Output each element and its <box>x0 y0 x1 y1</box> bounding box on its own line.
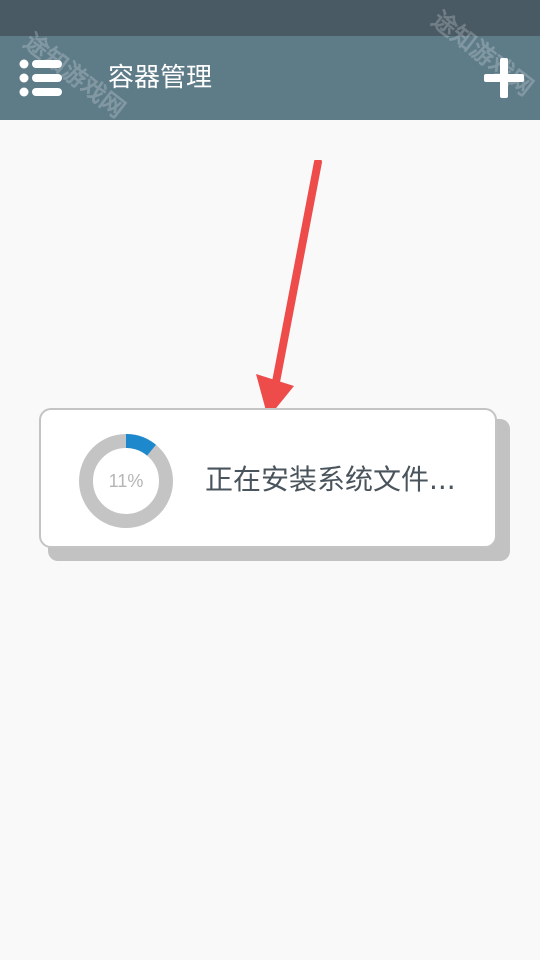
content-area: 11% 正在安装系统文件... <box>0 120 540 960</box>
install-status-text: 正在安装系统文件... <box>205 463 456 496</box>
install-progress-card: 11% 正在安装系统文件... <box>39 408 497 548</box>
progress-percent: 11% <box>108 471 144 491</box>
arrow-annotation <box>256 160 322 418</box>
app-bar: 容器管理 途知游戏网 途知游戏网 <box>0 5 540 123</box>
